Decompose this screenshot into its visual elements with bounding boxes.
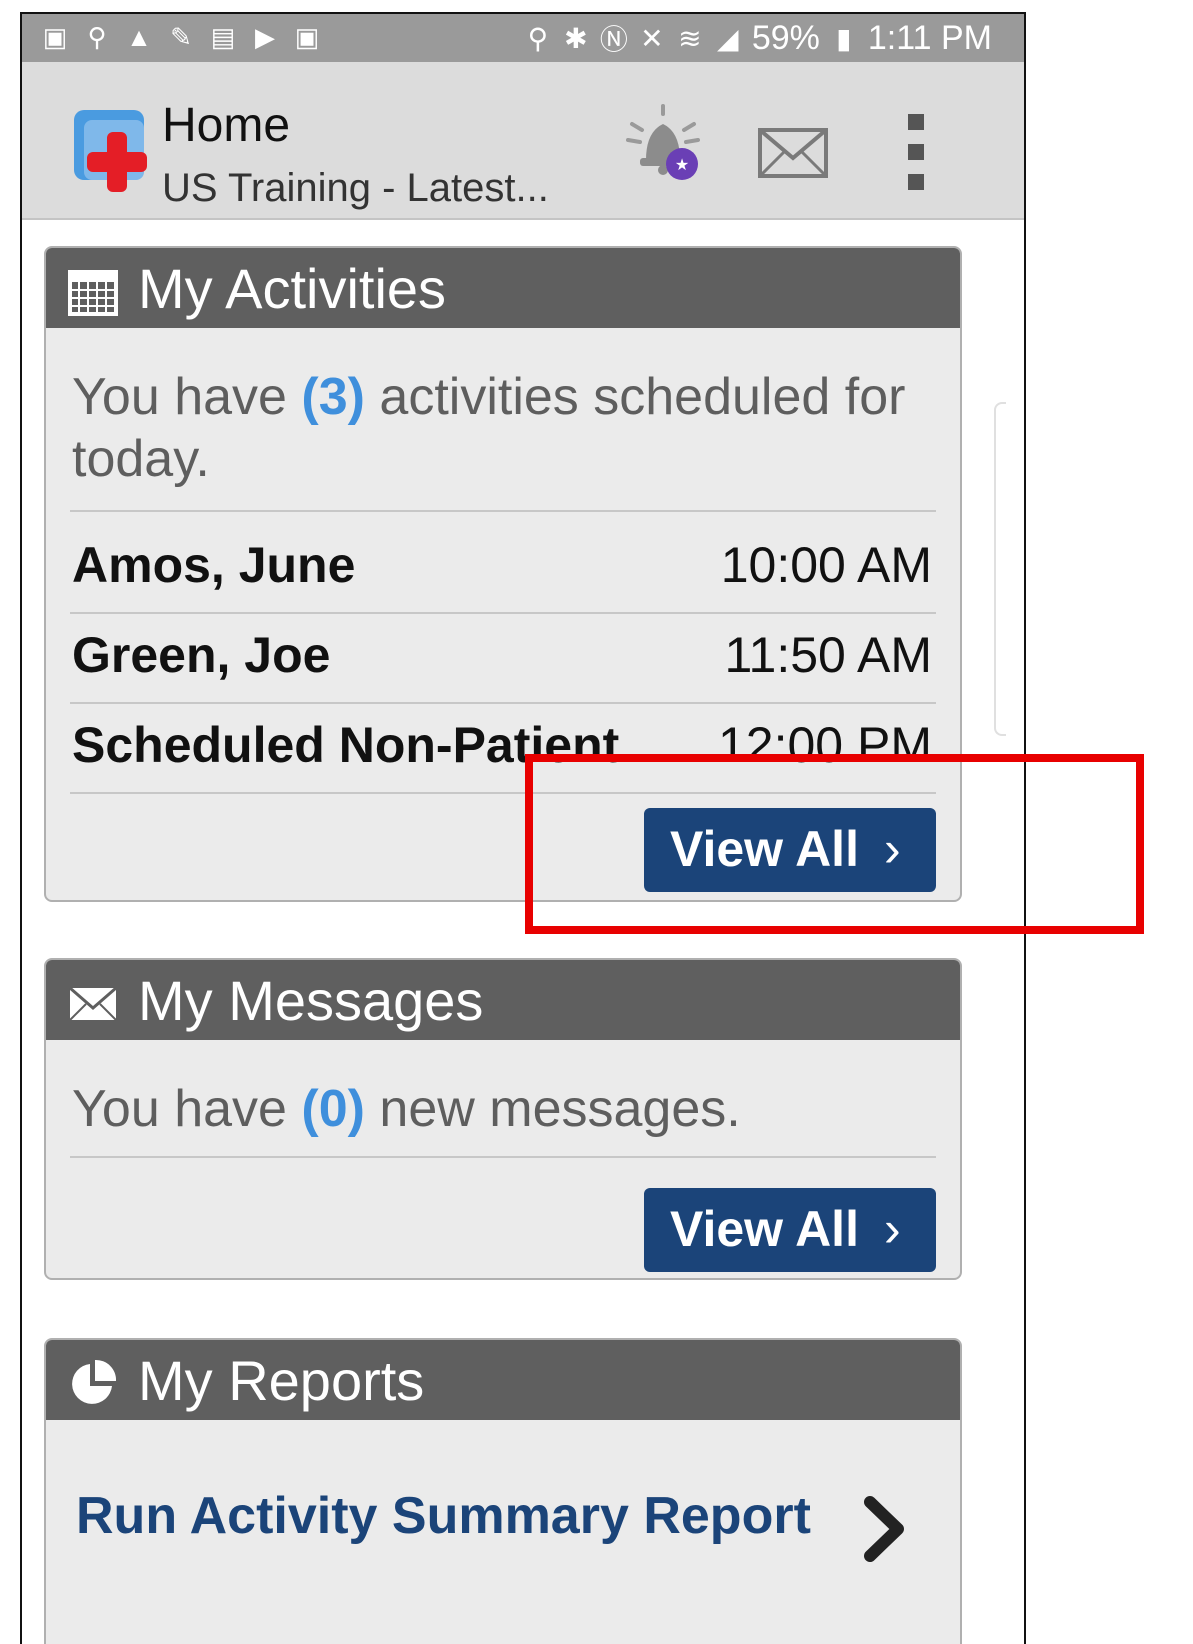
bluetooth-icon: ✱ — [564, 22, 588, 54]
battery-percent: 59% — [751, 18, 820, 57]
activity-time: 12:00 PM — [717, 717, 932, 773]
notification-icon: ▶ — [255, 22, 275, 52]
overflow-menu-icon[interactable] — [904, 114, 928, 192]
summary-prefix: You have — [72, 1080, 302, 1138]
image-icon: ▤ — [210, 22, 236, 52]
warning-icon: ▲ — [126, 22, 152, 52]
view-all-label: View All — [670, 821, 859, 877]
divider — [70, 1156, 936, 1158]
divider — [70, 612, 936, 614]
summary-prefix: You have — [72, 368, 302, 426]
svg-text:★: ★ — [675, 155, 689, 174]
activity-name: Scheduled Non-Patient... — [72, 717, 661, 773]
divider — [70, 792, 936, 794]
activity-time: 10:00 AM — [720, 537, 932, 593]
run-activity-summary-report-link[interactable]: Run Activity Summary Report — [76, 1486, 811, 1546]
scroll-edge — [994, 402, 1006, 736]
clock: 1:11 PM — [867, 18, 992, 57]
status-notification-icons: ▣ ⚲ ▲ ✎ ▤ ▶ ▣ — [40, 22, 322, 52]
pie-chart-icon — [72, 1359, 117, 1404]
page-title: Home — [162, 99, 291, 152]
app-bar: Home US Training - Latest... ★ — [22, 62, 1024, 220]
activity-time: 11:50 AM — [724, 627, 932, 683]
activities-summary: You have (3) activities scheduled for to… — [72, 366, 932, 490]
status-bar: ▣ ⚲ ▲ ✎ ▤ ▶ ▣ ⚲ ✱ Ⓝ ✕ ≋ ◢ 59% ▮ 1:11 PM — [22, 14, 1024, 62]
activity-name: Amos, June — [72, 537, 356, 593]
messages-card-header: My Messages — [46, 960, 960, 1040]
wrench-icon: ✎ — [170, 22, 192, 52]
nfc-icon: Ⓝ — [599, 24, 628, 55]
view-all-messages-button[interactable]: View All › — [644, 1188, 936, 1272]
view-all-label: View All — [670, 1201, 859, 1257]
wifi-icon: ≋ — [678, 22, 702, 54]
divider — [70, 510, 936, 512]
reports-title: My Reports — [138, 1349, 425, 1412]
battery-icon: ▮ — [836, 22, 852, 54]
chevron-right-icon[interactable] — [858, 1494, 910, 1564]
app-logo — [74, 110, 147, 192]
messages-summary: You have (0) new messages. — [72, 1078, 932, 1140]
messages-card: My Messages You have (0) new messages. V… — [44, 958, 962, 1280]
notification-bell-icon[interactable]: ★ — [622, 104, 704, 186]
notification-icon: ▣ — [294, 22, 320, 52]
activities-card: My Activities You have (3) activities sc… — [44, 246, 962, 902]
reports-card-header: My Reports — [46, 1340, 960, 1420]
mail-icon[interactable] — [758, 128, 828, 178]
view-all-activities-button[interactable]: View All › — [644, 808, 936, 892]
messages-count: (0) — [301, 1080, 365, 1138]
location-icon: ⚲ — [527, 22, 549, 54]
chevron-right-icon: › — [884, 1201, 901, 1257]
phone-screen: ▣ ⚲ ▲ ✎ ▤ ▶ ▣ ⚲ ✱ Ⓝ ✕ ≋ ◢ 59% ▮ 1:11 PM … — [20, 12, 1026, 1644]
divider — [70, 702, 936, 704]
calendar-icon — [68, 270, 118, 316]
mail-icon — [69, 986, 117, 1021]
notification-icon: ⚲ — [87, 22, 107, 52]
summary-suffix: new messages. — [364, 1080, 741, 1138]
messages-title: My Messages — [138, 969, 484, 1032]
status-system-icons: ⚲ ✱ Ⓝ ✕ ≋ ◢ 59% ▮ 1:11 PM — [524, 18, 992, 58]
activities-card-header: My Activities — [46, 248, 960, 328]
notification-icon: ▣ — [42, 22, 68, 52]
page-subtitle: US Training - Latest... — [162, 166, 549, 210]
activity-name: Green, Joe — [72, 627, 331, 683]
activities-count: (3) — [301, 368, 365, 426]
chevron-right-icon: › — [884, 821, 901, 877]
signal-icon: ◢ — [717, 22, 739, 54]
mute-icon: ✕ — [640, 22, 664, 54]
activities-title: My Activities — [138, 257, 447, 320]
